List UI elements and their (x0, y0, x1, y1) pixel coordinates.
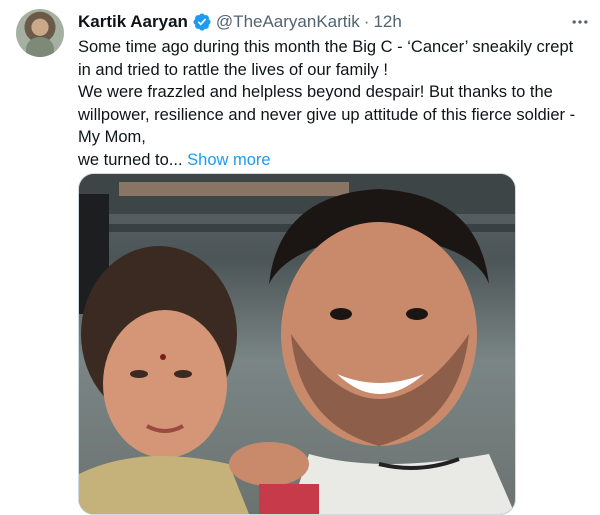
tweet-line: Some time ago during this month the Big … (78, 38, 574, 79)
handle[interactable]: @TheAaryanKartik (216, 12, 360, 32)
avatar[interactable] (16, 9, 64, 57)
photo-illustration (79, 174, 515, 514)
tweet-line: We were frazzled and helpless beyond des… (78, 83, 576, 146)
display-name[interactable]: Kartik Aaryan (78, 12, 188, 32)
son-eye-right (406, 308, 428, 320)
mother-eye-right (174, 370, 192, 378)
tweet: Kartik Aaryan @TheAaryanKartik · 12h Som… (0, 0, 600, 515)
mother-eye-left (130, 370, 148, 378)
mother-clothing (79, 456, 249, 514)
son-eye-left (330, 308, 352, 320)
mother-face (103, 310, 227, 458)
separator-dot: · (363, 12, 370, 31)
son-hand (229, 442, 309, 486)
timestamp[interactable]: 12h (373, 12, 401, 32)
avatar-figure (26, 37, 54, 57)
verified-badge-icon[interactable] (192, 12, 212, 32)
more-options-icon[interactable] (563, 5, 597, 39)
son-shirt (289, 454, 515, 514)
tweet-text: Some time ago during this month the Big … (78, 36, 590, 171)
show-more-link[interactable]: Show more (187, 151, 270, 169)
tweet-line-text: we turned to... (78, 150, 183, 169)
mother-bindi (160, 354, 166, 360)
tweet-photo[interactable] (78, 173, 516, 515)
held-object (259, 484, 319, 514)
tweet-line-last: we turned to... Show more (78, 149, 590, 172)
photo-background-lights (119, 182, 349, 196)
tweet-header: Kartik Aaryan @TheAaryanKartik · 12h (78, 11, 402, 33)
